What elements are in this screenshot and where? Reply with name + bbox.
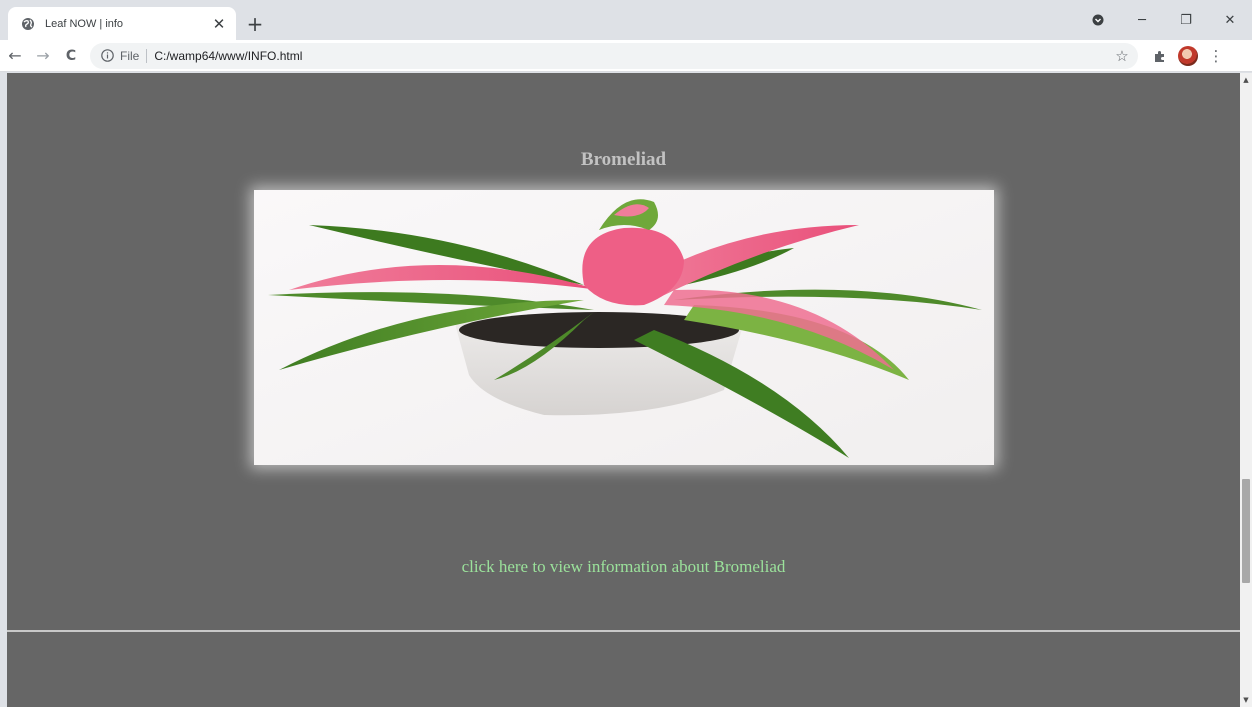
vertical-scrollbar[interactable]: ▲ ▼ bbox=[1240, 73, 1252, 707]
browser-toolbar: ← → C File C:/wamp64/www/INFO.html ☆ ⋮ bbox=[0, 40, 1252, 72]
close-window-button[interactable]: ✕ bbox=[1208, 0, 1252, 40]
minimize-button[interactable]: ─ bbox=[1120, 0, 1164, 40]
close-tab-icon[interactable]: ✕ bbox=[210, 15, 228, 33]
tab-search-icon[interactable] bbox=[1076, 0, 1120, 40]
info-icon[interactable] bbox=[100, 49, 114, 63]
scroll-down-arrow-icon[interactable]: ▼ bbox=[1240, 693, 1252, 707]
url-scheme-label: File bbox=[120, 48, 140, 63]
puzzle-icon[interactable] bbox=[1146, 42, 1174, 70]
url-separator bbox=[146, 48, 148, 63]
toolbar-actions: ⋮ bbox=[1146, 42, 1230, 70]
page-title: Bromeliad bbox=[580, 149, 667, 170]
bookmark-star-icon[interactable]: ☆ bbox=[1110, 44, 1134, 68]
forward-button[interactable]: → bbox=[30, 43, 56, 69]
reload-button[interactable]: C bbox=[58, 43, 84, 69]
restore-button[interactable]: ❐ bbox=[1164, 0, 1208, 40]
tab-title: Leaf NOW | info bbox=[45, 17, 124, 30]
address-bar[interactable]: File C:/wamp64/www/INFO.html ☆ bbox=[90, 42, 1138, 69]
avatar bbox=[1178, 45, 1198, 66]
back-button[interactable]: ← bbox=[2, 43, 28, 69]
new-tab-button[interactable]: + bbox=[244, 12, 266, 36]
url-text[interactable]: C:/wamp64/www/INFO.html bbox=[154, 49, 1110, 63]
globe-icon bbox=[20, 16, 36, 32]
scroll-up-arrow-icon[interactable]: ▲ bbox=[1240, 73, 1252, 87]
window-controls: ─ ❐ ✕ bbox=[1076, 0, 1252, 40]
page-viewport: Bromeliad click here to view information… bbox=[7, 73, 1240, 707]
bromeliad-image bbox=[254, 190, 994, 465]
profile-avatar[interactable] bbox=[1174, 42, 1202, 70]
tab-strip: Leaf NOW | info ✕ + ─ ❐ ✕ bbox=[0, 0, 1252, 40]
horizontal-rule bbox=[7, 630, 1240, 632]
browser-tab[interactable]: Leaf NOW | info ✕ bbox=[8, 7, 236, 40]
scroll-thumb[interactable] bbox=[1242, 479, 1250, 583]
bromeliad-info-link[interactable]: click here to view information about Bro… bbox=[7, 557, 1240, 577]
menu-button[interactable]: ⋮ bbox=[1202, 42, 1230, 70]
